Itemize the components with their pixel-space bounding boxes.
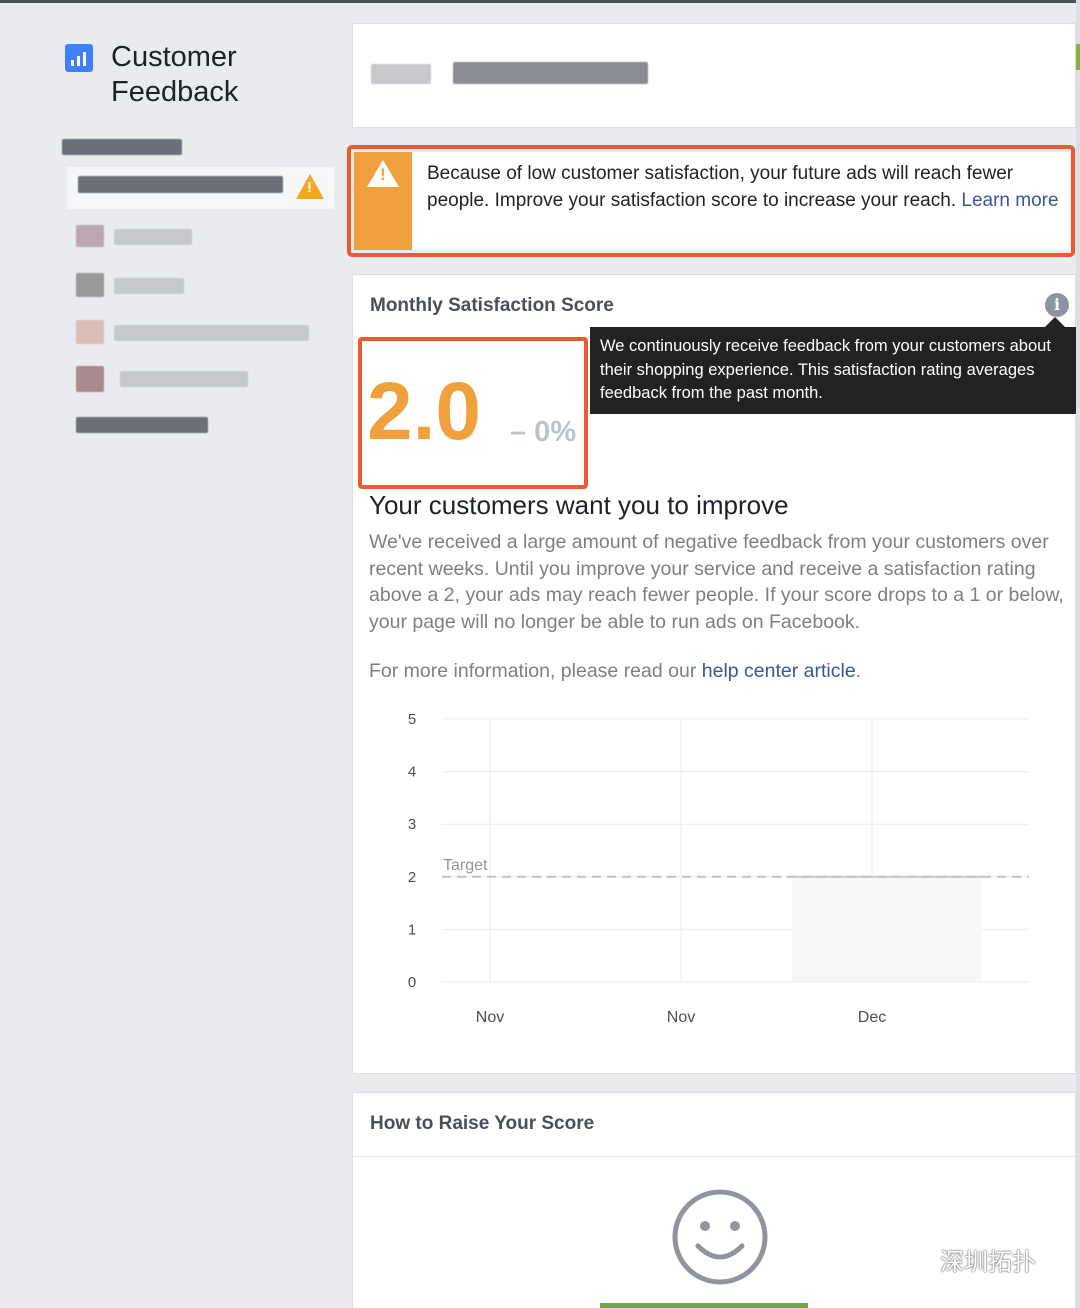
y-tick-label: 2 [408,869,416,886]
series-area [792,876,982,982]
sidebar-item-blurred[interactable] [76,417,208,433]
tooltip-tail [1045,317,1065,327]
sidebar-item-blurred[interactable] [114,229,192,245]
y-tick-label: 5 [408,711,416,728]
page-name-blurred [453,62,648,84]
score-tooltip: We continuously receive feedback from yo… [590,327,1076,414]
sidebar-item-thumb [76,320,104,344]
warning-icon: ! [296,174,324,199]
alert-highlight-box [347,145,1075,257]
y-tick-label: 4 [408,764,416,781]
sidebar-item-active-label-blurred [78,176,283,193]
right-edge [1076,0,1080,1308]
improve-body: We've received a large amount of negativ… [369,531,1064,633]
target-label: Target [443,857,488,874]
x-tick-label: Nov [476,1009,504,1026]
raise-panel-title: How to Raise Your Score [370,1113,595,1134]
y-tick-label: 1 [408,921,416,938]
page-header [352,23,1076,128]
raise-panel-header: How to Raise Your Score [353,1093,1075,1157]
sidebar-item-blurred[interactable] [120,371,248,387]
improve-heading: Your customers want you to improve [369,490,789,520]
right-edge-accent [1076,44,1080,70]
wechat-icon [894,1246,931,1271]
sidebar-item-blurred[interactable] [114,325,309,341]
watermark-text: 深圳拓扑 [940,1249,1036,1276]
sidebar-item-blurred[interactable] [114,278,184,294]
bottom-strip [600,1303,808,1308]
x-tick-label: Dec [858,1009,886,1026]
y-tick-label: 0 [408,974,416,991]
x-tick-label: Nov [667,1009,695,1026]
score-highlight-box [358,337,588,489]
info-icon[interactable]: i [1045,293,1069,317]
app-title: Customer Feedback [111,41,239,108]
help-center-line: For more information, please read our he… [369,660,862,682]
y-tick-label: 3 [408,816,416,833]
smiley-icon [672,1189,768,1285]
score-panel-title: Monthly Satisfaction Score [370,295,614,316]
chart-y-ticks: 0 1 2 3 4 5 [408,711,416,991]
sidebar-section-blurred [62,139,182,155]
sidebar-item-thumb [76,273,104,297]
sidebar: Customer Feedback ! [0,3,345,1308]
chart-x-ticks: Nov Nov Dec [476,1009,886,1026]
chart-target: Target [442,857,1029,878]
page-name-blurred [371,64,431,84]
chart-series [792,875,982,982]
score-chart: Target 0 1 2 3 4 5 Nov Nov Dec [408,711,1029,1026]
sidebar-item-thumb [76,366,104,392]
help-center-link[interactable]: help center article [702,660,856,682]
bar-chart-icon [65,44,93,72]
sidebar-item-thumb [76,225,104,247]
